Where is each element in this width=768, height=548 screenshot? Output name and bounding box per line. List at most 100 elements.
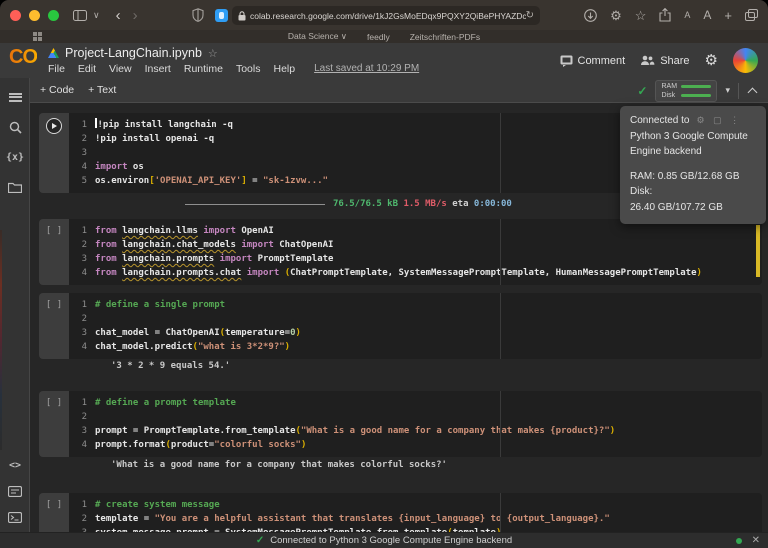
code-token: prompt = PromptTemplate.from_template [95,426,296,436]
reload-icon[interactable]: ↻ [526,10,534,21]
progress-text: 1.5 MB/s [403,199,453,209]
increase-text-size-button[interactable]: A [703,9,711,21]
downloads-icon[interactable] [584,8,597,22]
code-snippets-icon[interactable]: <> [0,452,30,478]
code-cell[interactable]: [ ] 1 # define a prompt template 2 3 prompt =… [39,391,762,457]
menu-edit[interactable]: Edit [78,63,96,75]
runtime-dropdown-caret-icon[interactable]: ▾ [725,85,730,96]
cell-execution-indicator[interactable]: [ ] [39,398,69,408]
menu-help[interactable]: Help [273,63,295,75]
favorites-grid-icon[interactable] [33,32,42,41]
code-line: 1 # create system message [69,498,762,512]
forward-button[interactable]: › [133,8,138,23]
search-icon[interactable] [0,114,30,140]
code-token: ) [609,426,616,436]
code-token: import [241,240,274,250]
code-line: 1 # define a prompt template [69,396,762,410]
extension-icon[interactable] [215,8,228,22]
back-button[interactable]: ‹ [116,8,121,23]
cell-editor[interactable]: 1 # define a prompt template 2 3 prompt = Pr… [69,391,762,457]
share-icon[interactable] [659,8,671,22]
code-token: template = [95,514,155,524]
tooltip-ram-line: 26.40 GB/107.72 GB [630,201,723,213]
line-number: 1 [81,300,87,310]
minimize-window-button[interactable] [29,9,40,21]
terminal-icon[interactable] [0,504,30,530]
variables-icon[interactable]: {x} [0,144,30,170]
cell-gutter [39,113,69,193]
code-token: import [246,268,280,278]
bookmark-star-icon[interactable]: ☆ [635,9,647,22]
resource-monitor[interactable]: RAM Disk [655,79,718,102]
left-sidebar-rail: {x} <> [0,78,30,532]
code-line: 4 prompt.format(product= "colorful socks") [69,438,762,452]
colab-settings-gear-icon[interactable]: ⚙ [705,53,718,68]
line-number: 2 [81,134,87,144]
menu-file[interactable]: File [48,63,65,75]
code-token: from [95,226,117,236]
line-number: 3 [81,148,87,158]
code-token: from [95,240,117,250]
notebook-title[interactable]: Project-LangChain.ipynb [65,46,202,60]
cell-output-text: 'What is a good name for a company that … [111,460,447,470]
cell-editor[interactable]: 1 # create system message 2 template = "You… [69,493,762,532]
menu-view[interactable]: View [109,63,132,75]
new-tab-button[interactable]: + [724,9,732,22]
code-line: 4 from langchain.prompts.chat import (Cha… [69,266,762,280]
cell-execution-indicator[interactable]: [ ] [39,500,69,510]
comment-button[interactable]: Comment [560,55,625,67]
bookmark-item[interactable]: Zeitschriften-PDFs [410,32,480,42]
line-number: 1 [81,120,87,130]
privacy-shield-icon[interactable] [192,8,204,22]
zoom-window-button[interactable] [48,9,59,21]
bookmark-item[interactable]: feedly [367,32,390,42]
cell-editor[interactable]: 1 # define a single prompt 2 3 chat_model = … [69,293,762,359]
cell-gutter: [ ] [39,219,69,285]
ram-usage-bar [681,84,712,88]
code-cell[interactable]: [ ] 1 # define a single prompt 2 3 chat_model… [39,293,762,359]
code-line: 4 chat_model.predict("what is 3*2*9?") [69,340,762,354]
files-icon[interactable] [0,174,30,200]
code-cell[interactable]: [ ] 1 # create system message 2 template = "… [39,493,762,532]
tab-group-chevron-icon[interactable]: ∨ [93,10,100,20]
last-saved-link[interactable]: Last saved at 10:29 PM [314,63,419,75]
code-token: "What is a good name for a company that … [300,426,610,436]
add-text-button[interactable]: + Text [88,84,116,96]
add-code-button[interactable]: + Code [40,84,74,96]
menu-runtime[interactable]: Runtime [184,63,223,75]
menu-bar: File Edit View Insert Runtime Tools Help… [48,63,419,75]
code-token: ) [696,268,702,278]
code-token: langchain.prompts.chat [122,268,242,278]
share-button[interactable]: Share [640,55,690,67]
close-window-button[interactable] [10,9,21,21]
menu-tools[interactable]: Tools [236,63,261,75]
line-number: 3 [81,426,87,436]
decrease-text-size-button[interactable]: A [684,10,690,20]
disk-usage-bar [681,93,712,97]
cell-editor[interactable]: 1 from langchain.llms import OpenAI 2 from … [69,219,762,285]
colab-logo[interactable]: CO [9,46,38,69]
sidebar-toggle-icon[interactable] [73,9,87,21]
code-cell[interactable]: [ ] 1 from langchain.llms import OpenAI 2 fr… [39,219,762,285]
url-text: colab.research.google.com/drive/1kJ2GsMo… [250,10,526,21]
account-avatar[interactable] [733,48,758,73]
star-notebook-icon[interactable]: ☆ [208,47,218,60]
cell-execution-indicator[interactable]: [ ] [39,300,69,310]
menu-insert[interactable]: Insert [145,63,171,75]
progress-text: 76.5/76.5 kB [333,199,404,209]
tab-overview-icon[interactable] [745,9,758,21]
comment-icon [560,55,572,67]
settings-gear-icon[interactable]: ⚙ [610,9,622,22]
run-cell-button[interactable] [46,118,62,134]
code-line: 2 [69,410,762,424]
line-number: 4 [81,440,87,450]
code-line: 2 template = "You are a helpful assistant… [69,512,762,526]
code-token: !pip install openai -q [95,134,215,144]
table-of-contents-icon[interactable] [0,84,30,110]
bookmark-item[interactable]: Data Science ∨ [288,31,347,42]
command-palette-icon[interactable] [0,478,30,504]
cell-execution-indicator[interactable]: [ ] [39,226,69,236]
address-bar[interactable]: colab.research.google.com/drive/1kJ2GsMo… [232,6,540,25]
collapse-header-icon[interactable] [747,87,758,97]
dismiss-status-icon[interactable]: ✕ [752,535,760,546]
